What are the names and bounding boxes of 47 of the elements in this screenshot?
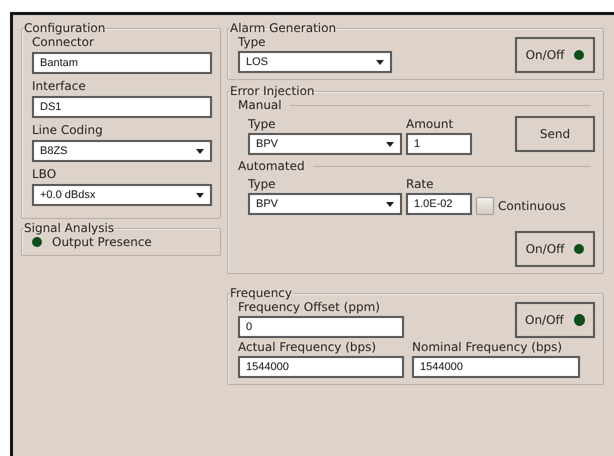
input-field[interactable]: 1544000 <box>412 356 580 378</box>
input-field[interactable]: Bantam <box>32 52 212 74</box>
send-button[interactable]: Send <box>515 116 595 152</box>
section-title: Manual <box>238 98 282 112</box>
indicator-light-icon <box>574 244 584 254</box>
field-label: Amount <box>406 117 454 131</box>
group-title: Signal Analysis <box>24 221 114 235</box>
caret-icon <box>196 148 204 154</box>
checkbox[interactable] <box>476 197 494 215</box>
indicator-label: Output Presence <box>52 235 152 249</box>
on-off-button[interactable]: On/Off <box>515 37 595 73</box>
field-label: Rate <box>406 177 435 191</box>
caret-icon <box>386 202 394 206</box>
indicator-light-icon <box>574 314 585 326</box>
input-field[interactable]: 1.0E-02 <box>406 193 472 215</box>
caret-icon <box>376 60 384 64</box>
dropdown-field[interactable]: LOS <box>238 51 392 73</box>
input-field[interactable]: 1544000 <box>238 356 404 378</box>
input-field[interactable]: 1 <box>406 133 472 155</box>
dropdown-field[interactable]: BPV <box>248 133 402 155</box>
on-off-button[interactable]: On/Off <box>515 302 595 338</box>
input-field[interactable]: 0 <box>238 316 404 338</box>
group-title: Frequency <box>230 286 292 300</box>
field-label: Type <box>248 117 277 131</box>
section-title: Automated <box>238 159 305 173</box>
field-label: Interface <box>32 79 87 93</box>
group-title: Error Injection <box>230 84 315 98</box>
dropdown-field[interactable]: BPV <box>248 193 402 215</box>
dropdown-field[interactable]: +0.0 dBdsx <box>32 184 212 206</box>
field-label: LBO <box>32 167 58 181</box>
group-title: Alarm Generation <box>230 21 336 35</box>
field-label: Type <box>248 177 277 191</box>
dropdown-field[interactable]: B8ZS <box>32 140 212 162</box>
caret-icon <box>196 192 204 198</box>
field-label: Connector <box>32 35 95 49</box>
field-label: Type <box>238 35 267 49</box>
checkbox-label: Continuous <box>498 199 566 213</box>
input-field[interactable]: DS1 <box>32 96 212 118</box>
field-label: Frequency Offset (ppm) <box>238 300 381 314</box>
on-off-button[interactable]: On/Off <box>515 231 595 267</box>
group-title: Configuration <box>24 21 106 35</box>
indicator-light-icon <box>32 237 42 247</box>
indicator-light-icon <box>574 50 584 60</box>
field-label: Actual Frequency (bps) <box>238 340 378 354</box>
field-label: Nominal Frequency (bps) <box>412 340 564 354</box>
field-label: Line Coding <box>32 123 104 137</box>
caret-icon <box>386 142 394 146</box>
